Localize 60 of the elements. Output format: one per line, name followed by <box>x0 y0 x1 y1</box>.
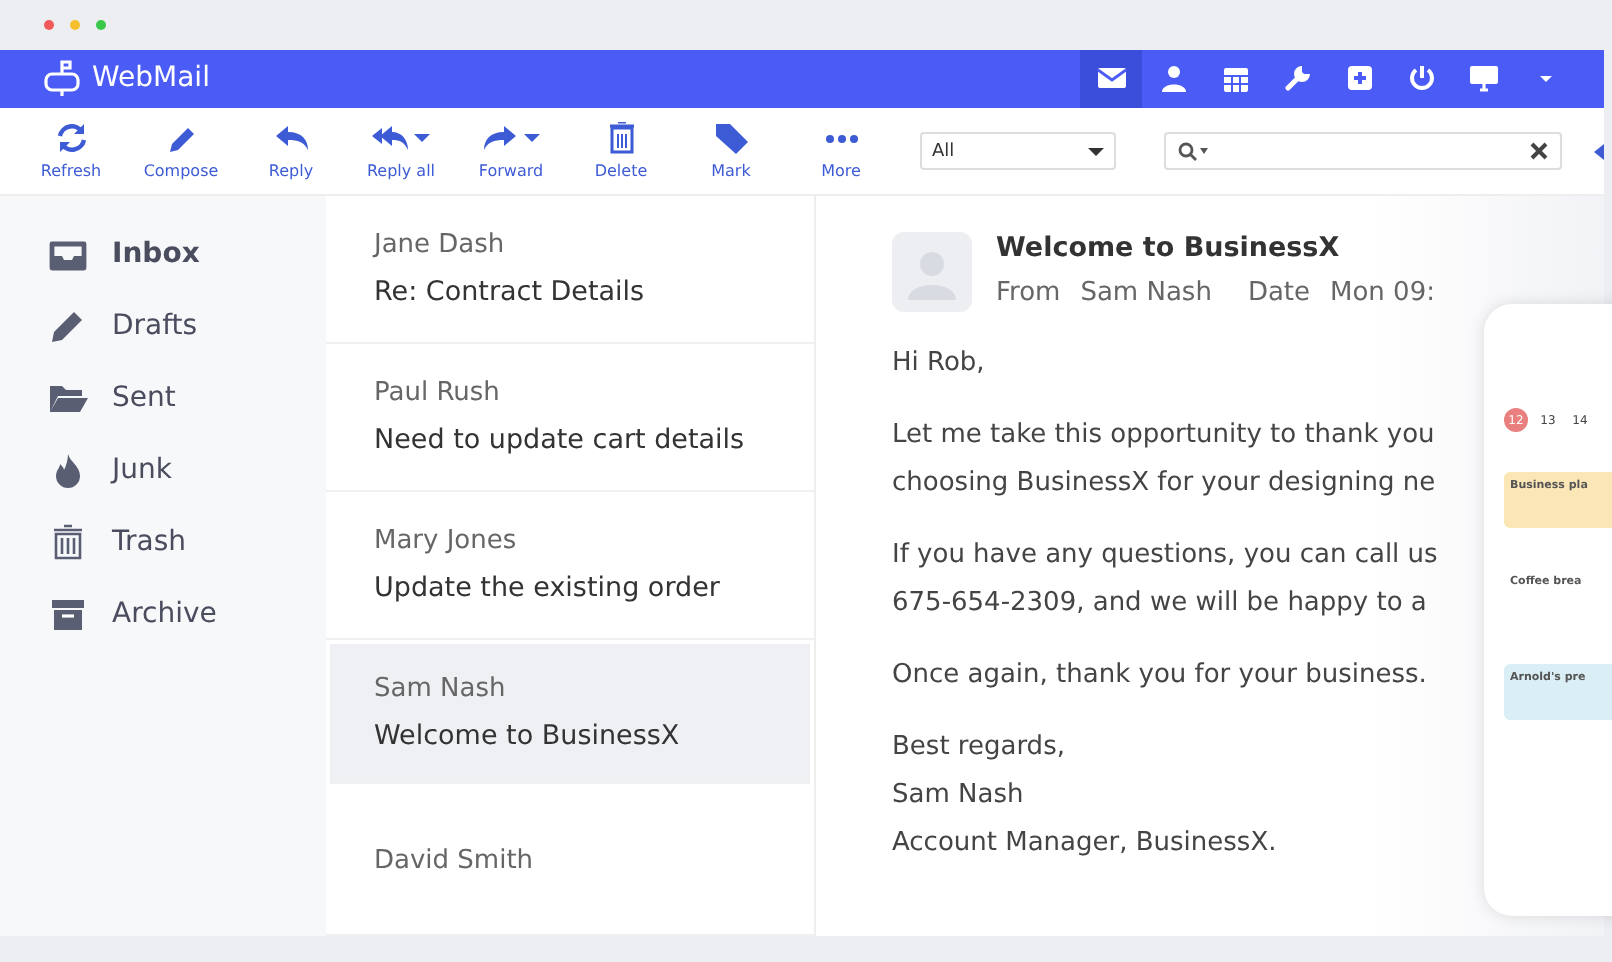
power-icon <box>1407 64 1435 93</box>
plus-square-icon <box>1345 64 1373 93</box>
caret-icon <box>1088 145 1104 158</box>
folder-item[interactable]: Archive <box>0 592 326 636</box>
date-value: Mon 09: <box>1330 278 1435 308</box>
email-subject: Welcome to BusinessX <box>996 232 1342 264</box>
email-paragraph: Best regards, Sam Nash Account Manager, BusinessX. <box>892 730 1277 862</box>
envelope-icon <box>1097 64 1125 93</box>
app-title: WebMail <box>92 62 210 95</box>
email-paragraph: Hi Rob, <box>892 346 985 382</box>
folder-item[interactable]: Drafts <box>0 304 326 348</box>
date-label: Date <box>1247 278 1311 308</box>
email-paragraph: Let me take this opportunity to thank you choosing BusinessX for your designing ne <box>892 418 1436 502</box>
folder-item[interactable]: Trash <box>0 520 326 564</box>
wrench-icon <box>1283 64 1311 93</box>
collapse-caret-icon[interactable] <box>1594 143 1604 160</box>
message-item[interactable]: Paul Rush Need to update cart details <box>326 344 814 492</box>
calendar-icon <box>1221 64 1249 93</box>
reply-arrow-icon <box>273 122 309 155</box>
folder-item[interactable]: Junk <box>0 448 326 492</box>
replyall-button[interactable]: Reply all <box>350 122 452 181</box>
trash-icon <box>48 524 88 560</box>
mark-button[interactable]: Mark <box>680 122 782 181</box>
message-item[interactable]: Sam Nash Welcome to BusinessX <box>330 644 810 784</box>
forward-arrow-icon <box>482 122 518 155</box>
more-button[interactable]: More <box>790 122 892 181</box>
user-icon <box>1159 64 1187 93</box>
email-paragraph: If you have any questions, you can call us 675-654-2309, and we will be happy to a <box>892 538 1438 622</box>
forward-button[interactable]: Forward <box>460 122 562 181</box>
double-reply-arrow-icon <box>372 122 408 155</box>
delete-button[interactable]: Delete <box>570 122 672 181</box>
maximize-dot[interactable] <box>96 19 106 30</box>
from-value: Sam Nash <box>1080 278 1212 308</box>
folder-item[interactable]: Inbox <box>0 232 326 276</box>
search-icon <box>1178 141 1210 162</box>
more-dots-icon <box>823 133 859 144</box>
mail-nav-button[interactable] <box>1080 49 1142 109</box>
search-field[interactable] <box>1164 132 1562 171</box>
monitor-icon <box>1469 64 1497 93</box>
refresh-button[interactable]: Refresh <box>20 122 122 181</box>
tag-icon <box>713 122 749 155</box>
pencil-icon <box>48 308 88 344</box>
from-label: From <box>996 278 1061 308</box>
inbox-tray-icon <box>48 236 88 272</box>
folder-icon <box>48 380 88 416</box>
avatar-icon <box>892 232 972 312</box>
minimize-dot[interactable] <box>70 19 80 30</box>
clear-icon[interactable] <box>1530 142 1548 161</box>
message-item[interactable]: David Smith <box>326 788 814 936</box>
message-item[interactable]: Mary Jones Update the existing order <box>326 492 814 640</box>
folder-item[interactable]: Sent <box>0 376 326 420</box>
email-paragraph: Once again, thank you for your business. <box>892 658 1427 694</box>
filter-select[interactable]: All <box>920 132 1116 171</box>
refresh-icon <box>53 122 89 155</box>
compose-button[interactable]: Compose <box>130 122 232 181</box>
message-item[interactable]: Jane Dash Re: Contract Details <box>326 196 814 344</box>
archive-box-icon <box>48 596 88 632</box>
close-dot[interactable] <box>44 19 54 30</box>
reply-button[interactable]: Reply <box>240 122 342 181</box>
mailbox-icon <box>44 60 80 97</box>
